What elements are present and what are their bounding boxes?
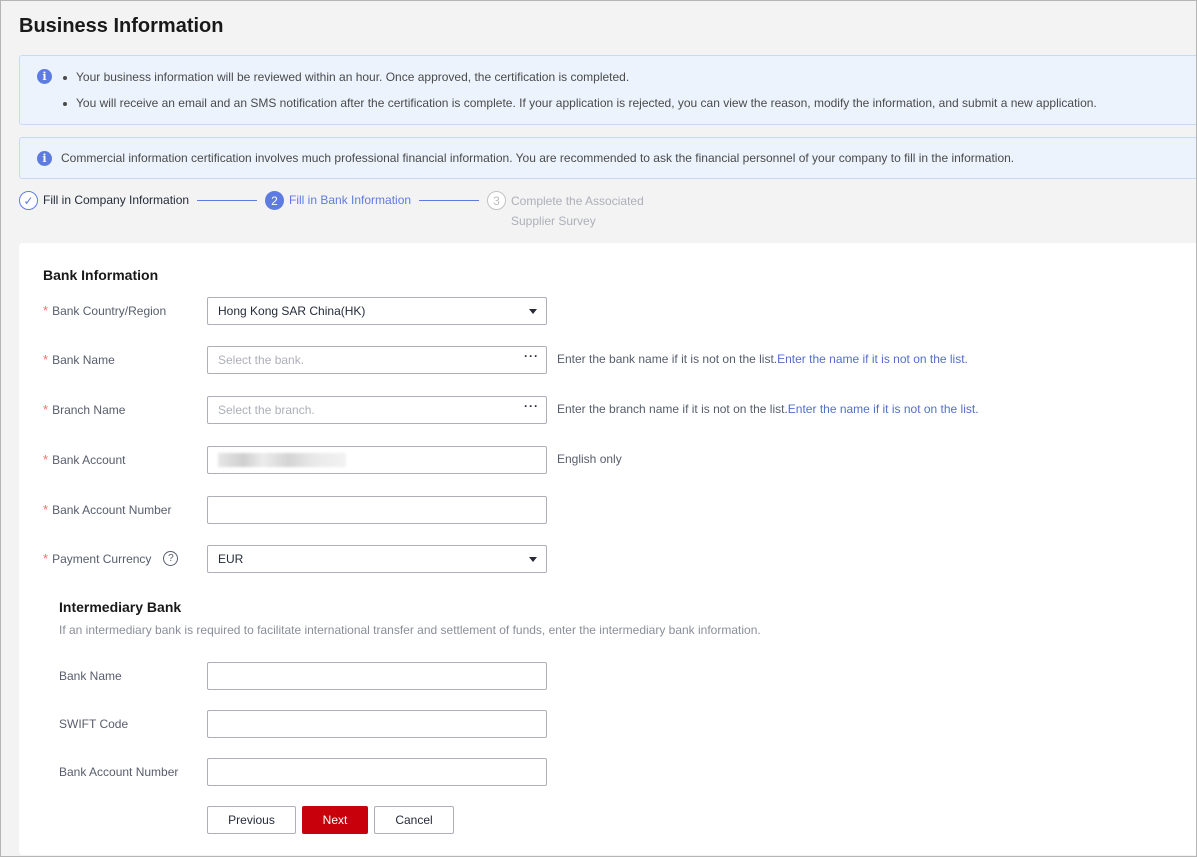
section-title-bank-information: Bank Information: [43, 267, 159, 283]
next-button[interactable]: Next: [302, 806, 368, 834]
step-connector: [197, 200, 257, 201]
label-bank-account-number: * Bank Account Number: [43, 502, 172, 517]
redacted-account-value: [218, 453, 346, 467]
previous-button[interactable]: Previous: [207, 806, 296, 834]
required-mark: *: [43, 452, 49, 467]
swift-code-input[interactable]: [207, 710, 547, 738]
cancel-button[interactable]: Cancel: [374, 806, 454, 834]
caret-down-icon: [529, 309, 537, 314]
payment-currency-select[interactable]: EUR: [207, 545, 547, 573]
page-title: Business Information: [19, 15, 224, 37]
label-swift-code: SWIFT Code: [59, 717, 129, 731]
page-frame: Business Information i Your business inf…: [0, 0, 1197, 857]
step-number: 3: [487, 191, 506, 210]
intermediary-account-number-input[interactable]: [207, 758, 547, 786]
review-notice: i Your business information will be revi…: [19, 55, 1196, 125]
finance-notice: i Commercial information certification i…: [19, 137, 1196, 179]
branch-name-hint: Enter the branch name if it is not on th…: [557, 402, 979, 416]
step-label: Fill in Bank Information: [289, 193, 412, 207]
check-icon: ✓: [19, 191, 38, 210]
step-number: 2: [265, 191, 284, 210]
label-intermediary-account-number: Bank Account Number: [59, 765, 179, 779]
enter-bank-name-link[interactable]: Enter the name if it is not on the list.: [777, 352, 968, 366]
info-icon: i: [37, 151, 52, 166]
step-company-information[interactable]: ✓ Fill in Company Information: [19, 191, 189, 210]
review-notice-line-1: Your business information will be review…: [63, 70, 1193, 84]
more-icon[interactable]: ···: [524, 343, 539, 369]
label-branch-name: * Branch Name: [43, 402, 126, 417]
finance-notice-text: Commercial information certification inv…: [61, 151, 1015, 165]
required-mark: *: [43, 303, 49, 318]
bank-country-value: Hong Kong SAR China(HK): [218, 304, 366, 318]
bank-name-hint: Enter the bank name if it is not on the …: [557, 352, 968, 366]
step-label: Fill in Company Information: [43, 193, 190, 207]
step-supplier-survey: 3 Complete the Associated Supplier Surve…: [487, 191, 661, 231]
label-bank-name: * Bank Name: [43, 352, 115, 367]
label-bank-country: * Bank Country/Region: [43, 303, 167, 318]
required-mark: *: [43, 352, 49, 367]
intermediary-bank-description: If an intermediary bank is required to f…: [59, 623, 761, 637]
info-icon: i: [37, 69, 52, 84]
enter-branch-name-link[interactable]: Enter the name if it is not on the list.: [788, 402, 979, 416]
branch-name-selector[interactable]: Select the branch. ···: [207, 396, 547, 424]
more-icon[interactable]: ···: [524, 393, 539, 419]
caret-down-icon: [529, 557, 537, 562]
step-bank-information: 2 Fill in Bank Information: [265, 191, 411, 210]
payment-currency-value: EUR: [218, 552, 244, 566]
help-icon[interactable]: ?: [163, 551, 179, 567]
step-connector: [419, 200, 479, 201]
bank-country-select[interactable]: Hong Kong SAR China(HK): [207, 297, 547, 325]
intermediary-bank-name-input[interactable]: [207, 662, 547, 690]
bank-name-placeholder: Select the bank.: [218, 353, 305, 367]
label-bank-account: * Bank Account: [43, 452, 126, 467]
bank-name-selector[interactable]: Select the bank. ···: [207, 346, 547, 374]
review-notice-line-2: You will receive an email and an SMS not…: [63, 96, 1193, 110]
bank-account-hint: English only: [557, 452, 622, 466]
required-mark: *: [43, 402, 49, 417]
label-intermediary-bank-name: Bank Name: [59, 669, 122, 683]
required-mark: *: [43, 502, 49, 517]
branch-name-placeholder: Select the branch.: [218, 403, 315, 417]
bank-info-card: Bank Information * Bank Country/Region Ho…: [19, 243, 1196, 855]
label-payment-currency: * Payment Currency?: [43, 551, 179, 567]
bank-account-number-input[interactable]: [207, 496, 547, 524]
bank-account-input[interactable]: [207, 446, 547, 474]
step-label: Complete the Associated Supplier Survey: [511, 194, 644, 228]
section-title-intermediary-bank: Intermediary Bank: [59, 599, 182, 615]
required-mark: *: [43, 551, 49, 566]
